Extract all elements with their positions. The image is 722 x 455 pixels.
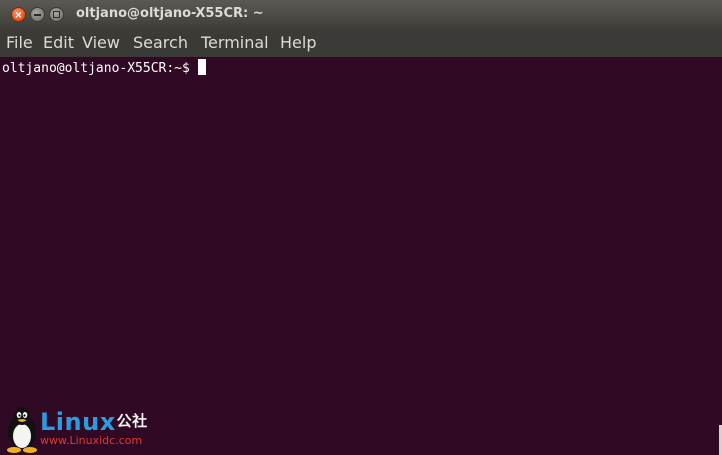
watermark-brand: Linux公社 [40,407,148,436]
text-cursor [197,59,206,75]
maximize-icon[interactable] [49,7,64,22]
terminal-window: × oltjano@oltjano-X55CR: ~ File Edit Vie… [0,0,722,455]
watermark-url: www.Linuxidc.com [40,434,143,447]
menu-edit[interactable]: Edit [43,33,74,53]
terminal-area[interactable]: oltjano@oltjano-X55CR:~$ [0,57,722,455]
title-bar[interactable]: × oltjano@oltjano-X55CR: ~ [0,0,722,31]
watermark-logo: Linux公社 www.Linuxidc.com [2,405,192,453]
menu-bar: File Edit View Search Terminal Help [0,30,722,57]
menu-help[interactable]: Help [280,33,316,53]
menu-file[interactable]: File [6,33,33,53]
menu-search[interactable]: Search [133,33,188,53]
window-title: oltjano@oltjano-X55CR: ~ [76,6,264,21]
minimize-icon[interactable] [30,7,45,22]
watermark-brand-cn: 公社 [116,412,148,430]
menu-terminal[interactable]: Terminal [201,33,269,53]
shell-prompt: oltjano@oltjano-X55CR:~$ [2,61,190,76]
close-icon[interactable]: × [11,7,26,22]
watermark-brand-text: Linux [40,408,116,436]
tux-penguin-icon [7,407,37,453]
menu-view[interactable]: View [82,33,120,53]
prompt-line: oltjano@oltjano-X55CR:~$ [2,59,206,77]
